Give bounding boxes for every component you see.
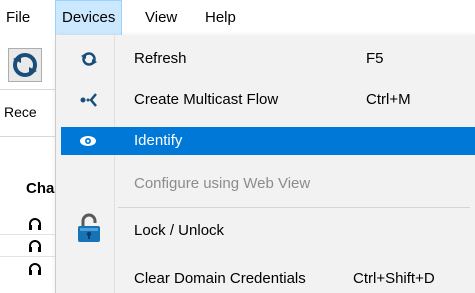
table-row-divider: [0, 256, 62, 257]
menu-item-shortcut: F5: [366, 50, 384, 67]
menu-icon-gutter: [114, 35, 115, 293]
menu-item-create-multicast-flow[interactable]: Create Multicast Flow Ctrl+M: [56, 86, 475, 114]
menu-separator: [118, 207, 470, 208]
tab-receive[interactable]: Rece: [4, 104, 37, 120]
refresh-icon: [13, 53, 37, 77]
menu-devices[interactable]: Devices: [55, 0, 123, 36]
menu-item-label: Configure using Web View: [134, 175, 311, 192]
main-window-background: Rece Cha: [0, 36, 62, 293]
menu-item-identify[interactable]: Identify: [61, 127, 475, 155]
tab-divider: [0, 136, 62, 137]
menu-item-configure-web-view: Configure using Web View: [56, 170, 475, 198]
menu-item-refresh[interactable]: Refresh F5: [56, 45, 475, 73]
menu-item-clear-domain-credentials[interactable]: Clear Domain Credentials Ctrl+Shift+D: [56, 265, 475, 293]
toolbar-divider: [0, 89, 62, 90]
menu-item-shortcut: Ctrl+Shift+D: [353, 270, 435, 287]
refresh-icon: [81, 52, 97, 66]
menu-item-label: Create Multicast Flow: [134, 91, 279, 108]
menu-item-shortcut: Ctrl+M: [366, 91, 411, 108]
multicast-flow-icon: [80, 93, 97, 107]
table-row-divider: [0, 234, 62, 235]
menu-file[interactable]: File: [0, 0, 36, 36]
menu-item-label: Identify: [134, 132, 183, 149]
eye-icon: [80, 136, 96, 146]
menu-bar: File Devices View Help: [0, 0, 475, 36]
menu-item-label: Clear Domain Credentials: [134, 270, 306, 287]
headphones-icon: [29, 240, 41, 252]
column-header-channel[interactable]: Cha: [26, 180, 54, 197]
menu-item-label: Refresh: [134, 50, 187, 67]
devices-dropdown-menu: Refresh F5 Create Multicast Flow Ctrl+M …: [55, 35, 475, 293]
headphones-icon: [29, 218, 41, 230]
menu-help[interactable]: Help: [199, 0, 242, 36]
toolbar-refresh-button[interactable]: [8, 48, 42, 82]
menu-view[interactable]: View: [139, 0, 183, 36]
menu-item-label: Lock / Unlock: [134, 222, 225, 239]
menu-item-lock-unlock[interactable]: Lock / Unlock: [56, 213, 475, 245]
padlock-icon: [78, 213, 100, 242]
headphones-icon: [29, 263, 41, 275]
